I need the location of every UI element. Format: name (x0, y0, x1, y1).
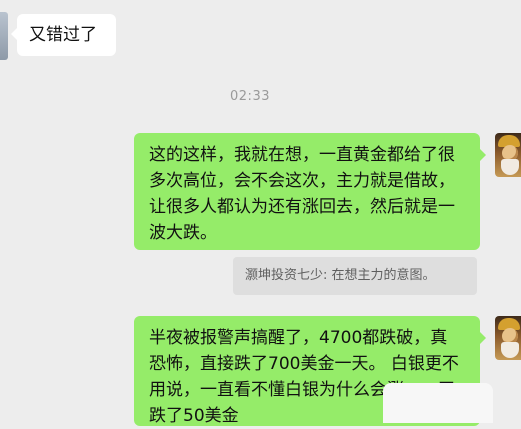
message-text-line: 让很多人都认为还有涨回去，然后就是一 (149, 197, 455, 217)
overlay-card (383, 383, 493, 423)
incoming-message-bubble[interactable]: 又错过了 (11, 14, 116, 56)
message-text-line: 这的这样，我就在想，一直黄金都给了很 (149, 145, 455, 165)
quoted-message[interactable]: 灏坤投资七少: 在想主力的意图。 (233, 257, 477, 295)
message-timestamp: 02:33 (230, 89, 270, 104)
message-text-line: 多次高位，会不会这次，主力就是借故， (149, 171, 455, 191)
message-text: 又错过了 (29, 25, 97, 45)
message-text-line: 恐怖，直接跌了700美金一天。 白银更不 (149, 354, 459, 374)
message-text-line: 半夜被报警声搞醒了，4700都跌破，真 (149, 328, 448, 348)
outgoing-message-bubble[interactable]: 这的这样，我就在想，一直黄金都给了很 多次高位，会不会这次，主力就是借故， 让很… (134, 133, 486, 250)
own-avatar[interactable] (495, 133, 521, 177)
sender-avatar[interactable] (0, 12, 8, 60)
own-avatar[interactable] (495, 316, 521, 360)
message-text-line: 波大跌。 (149, 223, 217, 243)
